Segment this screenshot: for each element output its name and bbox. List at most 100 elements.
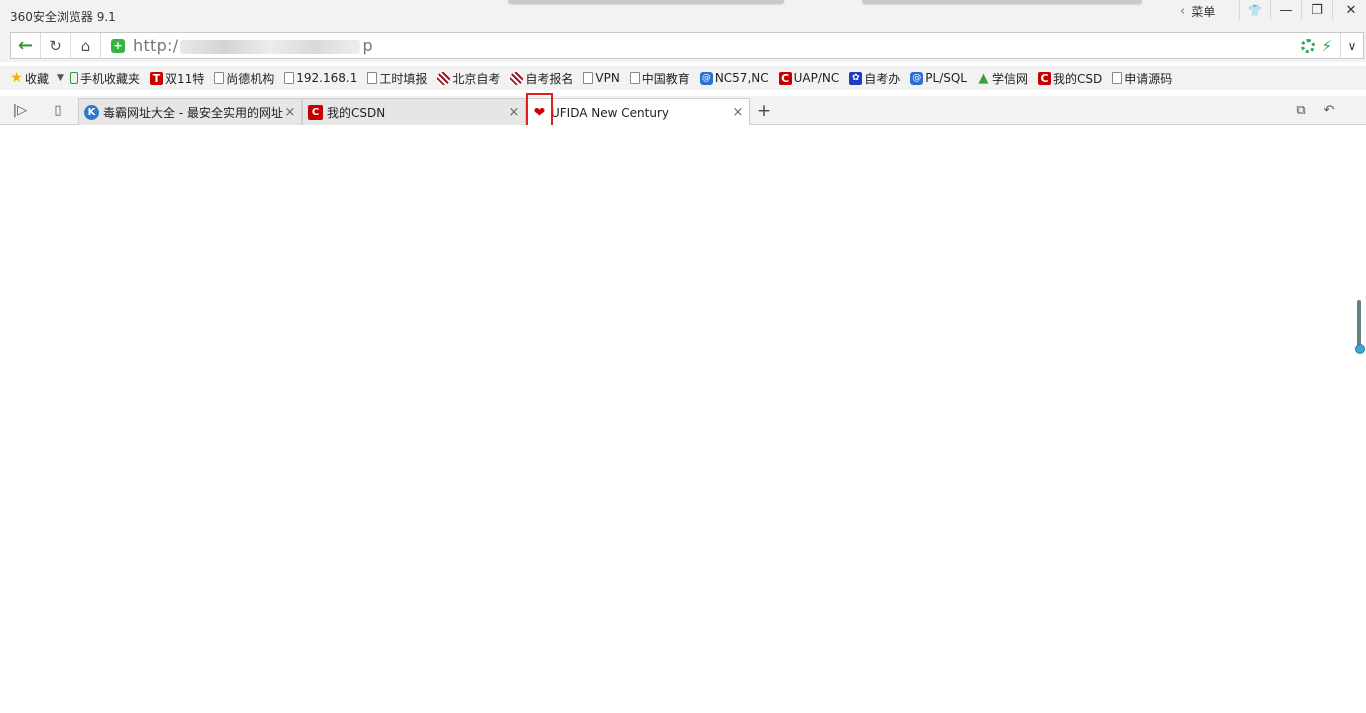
url-suffix: p: [362, 36, 373, 55]
bookmark-item[interactable]: VPN: [583, 67, 620, 89]
tab-strip: |▷ ▯ K 毒霸网址大全 - 最安全实用的网址 × C 我的CSDN × ❤ UFIDA N…: [0, 96, 1366, 126]
tab[interactable]: K 毒霸网址大全 - 最安全实用的网址 ×: [78, 98, 302, 125]
recycle-icon[interactable]: [1301, 38, 1316, 53]
skin-button[interactable]: 👕: [1239, 0, 1270, 20]
sidebar-toggle-button[interactable]: |▷: [9, 100, 31, 120]
caret-down-icon: ▼: [57, 73, 64, 83]
url-blurred: [180, 39, 361, 54]
restore-icon: ❐: [1311, 2, 1323, 18]
thermometer-bulb: [1355, 344, 1365, 354]
address-dropdown-button[interactable]: ∨: [1340, 33, 1363, 58]
restore-tabs-button[interactable]: ⧉: [1290, 100, 1312, 120]
tab-close-icon[interactable]: ×: [731, 105, 745, 120]
globe-icon: @: [910, 71, 924, 85]
page-icon: [583, 72, 594, 84]
mobile-button[interactable]: ▯: [47, 100, 69, 120]
address-actions: ⚡ ∨: [1301, 33, 1363, 58]
xuexin-icon: ▲: [978, 70, 989, 86]
reload-icon: ↻: [49, 36, 62, 55]
tab[interactable]: C 我的CSDN ×: [302, 98, 526, 125]
page-icon: [214, 72, 225, 84]
bookmark-item[interactable]: 192.168.1: [284, 67, 357, 89]
csdn-icon: C: [308, 104, 323, 120]
bookmark-label: 学信网: [991, 71, 1028, 86]
bookmark-item[interactable]: 手机收藏夹: [69, 67, 140, 89]
favorites-menu[interactable]: ★ 收藏 ▼: [10, 67, 64, 89]
chevron-left-icon[interactable]: ‹: [1180, 4, 1185, 19]
security-shield-icon[interactable]: +: [111, 38, 125, 53]
globe-icon: @: [699, 71, 713, 85]
tab-close-icon[interactable]: ×: [507, 105, 521, 120]
phone-icon: [69, 72, 78, 84]
bookmark-item[interactable]: C 我的CSD: [1038, 67, 1102, 89]
tab-label: 我的CSDN: [327, 105, 386, 120]
bookmark-item[interactable]: 尚德机构: [214, 67, 274, 89]
restore-button[interactable]: ❐: [1301, 0, 1332, 20]
bookmark-label: 北京自考: [452, 71, 501, 86]
window-controls: 👕 — ❐ ✕: [1239, 0, 1366, 20]
arrow-left-icon: ←: [17, 35, 34, 56]
page-icon: [367, 72, 378, 84]
tab-active[interactable]: ❤ UFIDA New Century ×: [526, 98, 750, 126]
page-icon: [284, 72, 295, 84]
title-bar: 360安全浏览器 9.1 ‹ 菜单 👕 — ❐ ✕: [0, 0, 1366, 32]
bookmark-item[interactable]: @ PL/SQL: [910, 67, 967, 89]
bookmark-item[interactable]: C UAP/NC: [778, 67, 839, 89]
url-prefix: http:/: [133, 36, 179, 55]
back-button[interactable]: ←: [11, 33, 41, 58]
bookmark-label: 192.168.1: [296, 71, 358, 85]
bookmark-item[interactable]: 申请源码: [1112, 67, 1172, 89]
bookmark-item[interactable]: T 双11特: [149, 67, 205, 89]
page-icon: [629, 72, 640, 84]
url-input[interactable]: http:/ p: [133, 36, 373, 55]
bookmark-item[interactable]: 工时填报: [367, 67, 427, 89]
tmall-icon: T: [149, 71, 163, 85]
close-button[interactable]: ✕: [1332, 0, 1366, 20]
bookmark-label: 申请源码: [1124, 71, 1173, 86]
stripe-logo-icon: [437, 71, 451, 85]
bookmark-item[interactable]: 中国教育: [629, 67, 690, 89]
new-tab-button[interactable]: +: [752, 100, 776, 122]
minimize-button[interactable]: —: [1270, 0, 1301, 20]
bookmark-item[interactable]: @ NC57,NC: [699, 67, 769, 89]
bookmark-label: 自考报名: [525, 71, 574, 86]
bookmark-label: 手机收藏夹: [79, 71, 140, 86]
scroll-thermometer[interactable]: [1355, 300, 1365, 356]
tab-close-icon[interactable]: ×: [283, 105, 297, 120]
main-menu[interactable]: ‹ 菜单: [1180, 2, 1215, 20]
undo-close-button[interactable]: ↶: [1318, 100, 1340, 120]
mobile-icon: ▯: [54, 102, 62, 118]
bookmark-label: 自考办: [864, 71, 901, 86]
page-content: [0, 125, 1366, 713]
bookmark-label: 尚德机构: [226, 71, 275, 86]
bookmark-item[interactable]: ✿ 自考办: [849, 67, 900, 89]
bookmark-item[interactable]: 北京自考: [437, 67, 500, 89]
app-title: 360安全浏览器 9.1: [10, 10, 116, 24]
hidden-window-strip: [508, 0, 784, 3]
plus-icon: +: [756, 101, 772, 121]
stripe-logo-icon: [510, 71, 524, 85]
chevron-down-icon: ∨: [1347, 38, 1357, 53]
paw-icon: ✿: [849, 71, 863, 85]
home-button[interactable]: ⌂: [71, 33, 101, 58]
bookmark-item[interactable]: 自考报名: [510, 67, 573, 89]
k-icon: K: [84, 104, 99, 120]
address-frame: ← ↻ ⌂ + http:/ p ⚡ ∨: [10, 32, 1364, 59]
reload-button[interactable]: ↻: [41, 33, 71, 58]
lightning-icon[interactable]: ⚡: [1321, 37, 1332, 55]
bookmark-label: VPN: [595, 71, 620, 85]
bookmark-label: 工时填报: [379, 71, 428, 86]
bookmark-label: 双11特: [164, 71, 205, 86]
undo-icon: ↶: [1323, 102, 1335, 118]
page-icon: [1112, 72, 1123, 84]
sidebar-icon: |▷: [12, 102, 28, 118]
close-icon: ✕: [1345, 2, 1357, 18]
hidden-window-strip: [862, 0, 1142, 3]
bookmark-list: 手机收藏夹 T 双11特 尚德机构 192.168.1 工时填报 北京自考 自考报名 VPN 中国…: [69, 67, 1182, 89]
bookmark-label: PL/SQL: [925, 71, 967, 85]
menu-label[interactable]: 菜单: [1191, 3, 1215, 20]
address-bar: ← ↻ ⌂ + http:/ p ⚡ ∨: [0, 32, 1366, 62]
bookmark-item[interactable]: ▲ 学信网: [977, 67, 1028, 89]
shirt-icon: 👕: [1248, 3, 1262, 17]
tab-label: UFIDA New Century: [551, 105, 669, 120]
